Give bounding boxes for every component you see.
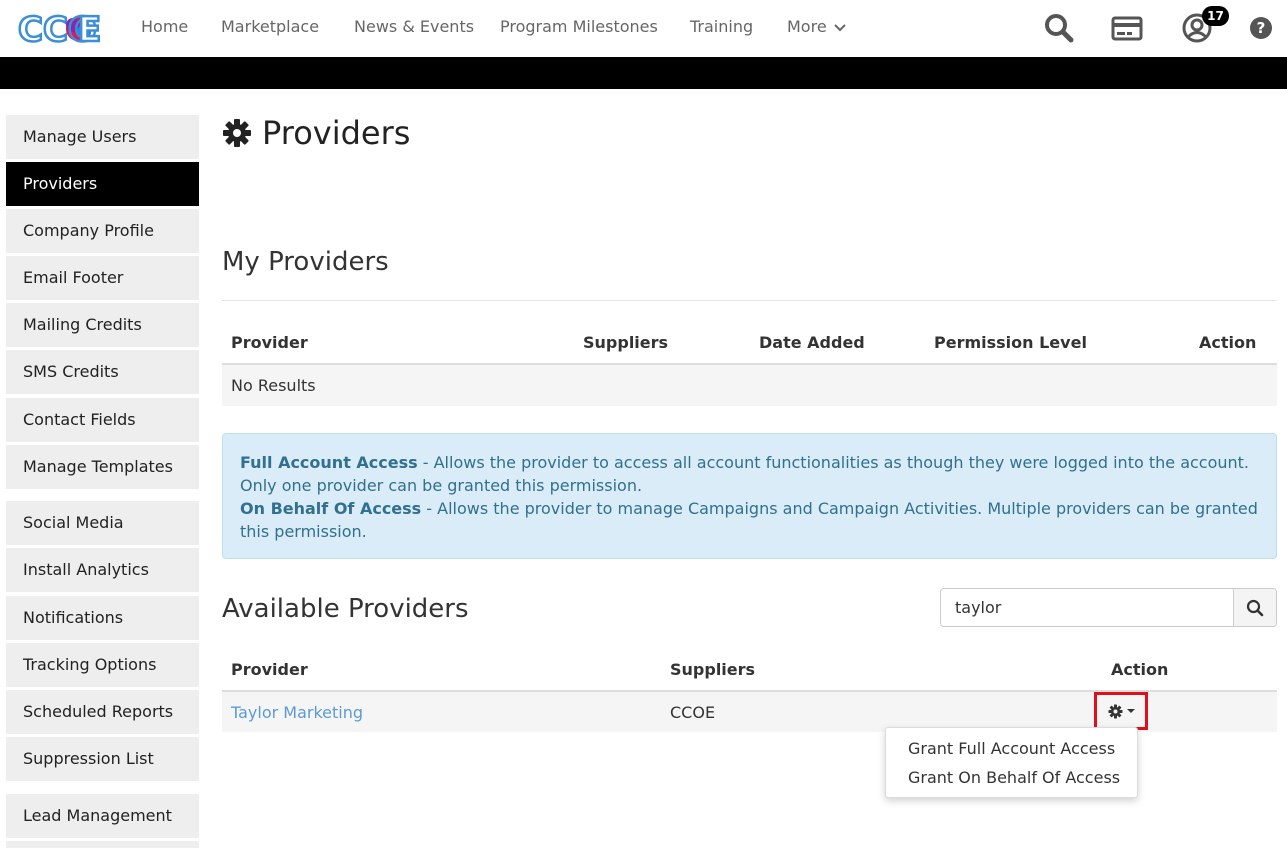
- sidebar-item-scheduled-reports[interactable]: Scheduled Reports: [6, 690, 199, 734]
- nav-marketplace[interactable]: Marketplace: [221, 17, 319, 36]
- action-dropdown-menu: Grant Full Account Access Grant On Behal…: [885, 727, 1138, 798]
- nav-program-milestones[interactable]: Program Milestones: [500, 17, 658, 36]
- col-action: Action: [1199, 333, 1257, 352]
- grant-full-access-item[interactable]: Grant Full Account Access: [886, 734, 1137, 763]
- ccoe-logo[interactable]: CC O E: [16, 8, 104, 52]
- permission-info-alert: Full Account Access - Allows the provide…: [222, 433, 1277, 559]
- table-row: No Results: [222, 365, 1277, 406]
- grant-behalf-access-item[interactable]: Grant On Behalf Of Access: [886, 763, 1137, 792]
- no-results-text: No Results: [231, 376, 316, 395]
- col-provider: Provider: [231, 660, 308, 679]
- search-icon[interactable]: [1042, 11, 1076, 45]
- provider-search: [940, 588, 1277, 627]
- notification-badge: 17: [1202, 6, 1229, 26]
- sidebar-item-manage-templates[interactable]: Manage Templates: [6, 445, 199, 489]
- sidebar-item-install-analytics[interactable]: Install Analytics: [6, 548, 199, 592]
- chevron-down-icon: [834, 23, 846, 31]
- search-button[interactable]: [1233, 589, 1276, 626]
- available-providers-title: Available Providers: [222, 594, 469, 624]
- nav-training[interactable]: Training: [690, 17, 753, 36]
- action-menu-button[interactable]: [1094, 692, 1148, 730]
- sidebar-item-social-media[interactable]: Social Media: [6, 501, 199, 545]
- col-suppliers: Suppliers: [670, 660, 756, 679]
- page-title: Providers: [222, 114, 410, 152]
- nav-more-label: More: [787, 17, 827, 36]
- search-icon: [1246, 599, 1264, 616]
- provider-link[interactable]: Taylor Marketing: [231, 703, 363, 722]
- col-suppliers: Suppliers: [583, 333, 669, 352]
- credit-card-icon[interactable]: [1110, 11, 1144, 45]
- nav-news-events[interactable]: News & Events: [354, 17, 474, 36]
- caret-down-icon: [1126, 709, 1135, 713]
- nav-home[interactable]: Home: [141, 17, 188, 36]
- section-divider: [222, 300, 1277, 301]
- my-providers-title: My Providers: [222, 247, 389, 277]
- svg-text:CC: CC: [18, 10, 68, 50]
- sidebar-item-mailing-credits[interactable]: Mailing Credits: [6, 303, 199, 347]
- full-access-label: Full Account Access: [240, 453, 418, 472]
- col-action: Action: [1111, 660, 1169, 679]
- col-permission-level: Permission Level: [934, 333, 1087, 352]
- page-title-text: Providers: [262, 114, 411, 152]
- gear-icon: [1108, 704, 1122, 718]
- sidebar-item-more[interactable]: [6, 841, 199, 848]
- gear-icon: [223, 119, 251, 147]
- sidebar-item-contact-fields[interactable]: Contact Fields: [6, 398, 199, 442]
- svg-text:E: E: [78, 10, 101, 50]
- header-bar: [0, 57, 1287, 89]
- sidebar-item-providers[interactable]: Providers: [6, 162, 199, 206]
- sidebar-item-sms-credits[interactable]: SMS Credits: [6, 350, 199, 394]
- svg-text:?: ?: [1257, 19, 1266, 37]
- sidebar-item-manage-users[interactable]: Manage Users: [6, 115, 199, 159]
- col-provider: Provider: [231, 333, 308, 352]
- nav-more[interactable]: More: [787, 17, 846, 36]
- suppliers-cell: CCOE: [670, 703, 716, 722]
- sidebar-item-lead-management[interactable]: Lead Management: [6, 794, 199, 838]
- top-nav: CC O E Home Marketplace News & Events Pr…: [0, 0, 1287, 57]
- col-date-added: Date Added: [759, 333, 865, 352]
- help-icon[interactable]: ?: [1246, 11, 1274, 45]
- sidebar-item-company-profile[interactable]: Company Profile: [6, 209, 199, 253]
- sidebar-item-tracking-options[interactable]: Tracking Options: [6, 643, 199, 687]
- behalf-access-label: On Behalf Of Access: [240, 499, 422, 518]
- sidebar-item-notifications[interactable]: Notifications: [6, 596, 199, 640]
- sidebar-item-email-footer[interactable]: Email Footer: [6, 256, 199, 300]
- provider-search-input[interactable]: [941, 589, 1233, 626]
- sidebar-item-suppression-list[interactable]: Suppression List: [6, 737, 199, 781]
